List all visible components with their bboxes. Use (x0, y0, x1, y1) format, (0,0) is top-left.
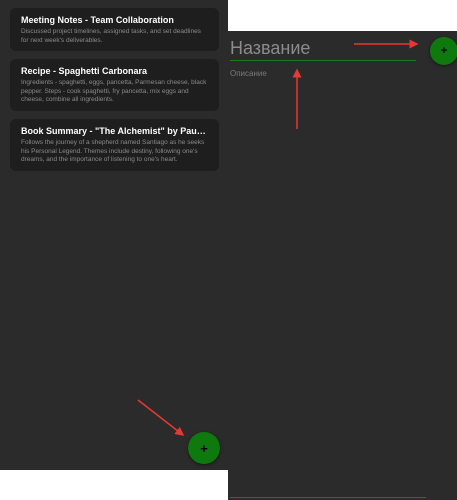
note-editor-screen: + (228, 31, 457, 500)
note-title: Meeting Notes - Team Collaboration (21, 15, 174, 25)
note-card[interactable]: Recipe - Spaghetti Carbonara Ingredients… (10, 59, 219, 111)
note-title-input[interactable] (230, 36, 416, 61)
add-note-button[interactable]: + (188, 432, 220, 464)
note-card[interactable]: Meeting Notes - Team Collaboration Discu… (10, 8, 219, 51)
notes-list-screen: Meeting Notes - Team Collaboration Discu… (0, 0, 228, 470)
note-title: Recipe - Spaghetti Carbonara (21, 66, 148, 76)
bottom-divider (230, 497, 426, 498)
note-title: Book Summary - "The Alchemist" by Paulo … (21, 126, 208, 136)
plus-icon: + (200, 440, 208, 456)
note-body: Follows the journey of a shepherd named … (21, 139, 205, 163)
note-description-input[interactable] (230, 69, 416, 489)
note-body: Ingredients - spaghetti, eggs, pancetta,… (21, 79, 207, 103)
note-card[interactable]: Book Summary - "The Alchemist" by Paulo … (10, 119, 219, 171)
save-note-button[interactable]: + (430, 37, 457, 65)
plus-icon: + (440, 45, 448, 57)
note-body: Discussed project timelines, assigned ta… (21, 28, 201, 44)
